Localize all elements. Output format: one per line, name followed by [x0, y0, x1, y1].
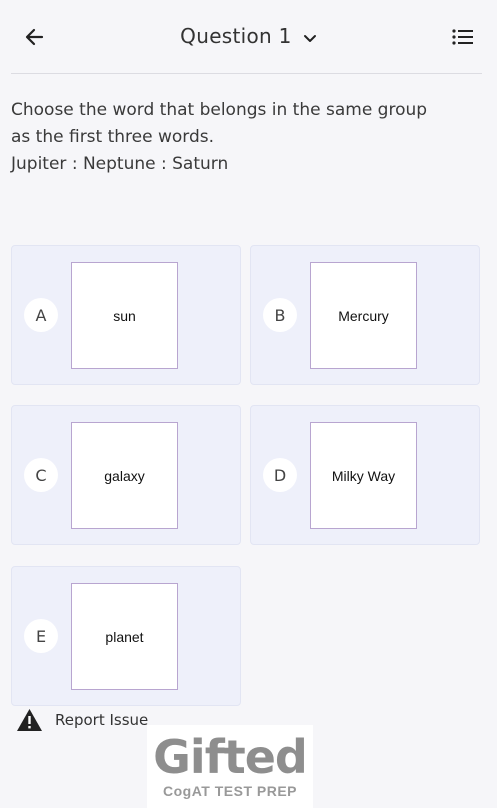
option-letter: C: [24, 458, 58, 492]
option-letter: A: [24, 298, 58, 332]
report-issue-button[interactable]: Report Issue: [16, 708, 148, 732]
option-card-a[interactable]: A sun: [11, 245, 241, 385]
option-word: Mercury: [310, 262, 417, 369]
logo-tagline: CogAT TEST PREP: [162, 783, 298, 799]
option-card-d[interactable]: D Milky Way: [250, 405, 480, 545]
option-word: galaxy: [71, 422, 178, 529]
gifted-logo: Gifted CogAT TEST PREP: [147, 725, 313, 808]
question-list-button[interactable]: [450, 26, 476, 48]
chevron-down-icon: [303, 29, 317, 48]
header-divider: [11, 73, 482, 74]
option-card-e[interactable]: E planet: [11, 566, 241, 706]
option-word: sun: [71, 262, 178, 369]
question-line-2: as the first three words.: [11, 127, 215, 147]
warning-icon: [17, 709, 42, 731]
header: Question 1: [0, 0, 497, 74]
question-selector[interactable]: Question 1: [0, 24, 497, 48]
question-stem: Jupiter : Neptune : Saturn: [11, 154, 229, 174]
question-text: Choose the word that belongs in the same…: [11, 97, 487, 178]
option-letter: D: [263, 458, 297, 492]
logo-word: Gifted: [153, 730, 308, 784]
option-word: Milky Way: [310, 422, 417, 529]
option-card-c[interactable]: C galaxy: [11, 405, 241, 545]
option-word: planet: [71, 583, 178, 690]
question-line-1: Choose the word that belongs in the same…: [11, 100, 428, 120]
option-letter: E: [24, 619, 58, 653]
page-title: Question 1: [180, 24, 292, 48]
question-list-icon: [452, 29, 473, 45]
report-issue-label: Report Issue: [55, 711, 149, 729]
option-letter: B: [263, 298, 297, 332]
option-card-b[interactable]: B Mercury: [250, 245, 480, 385]
